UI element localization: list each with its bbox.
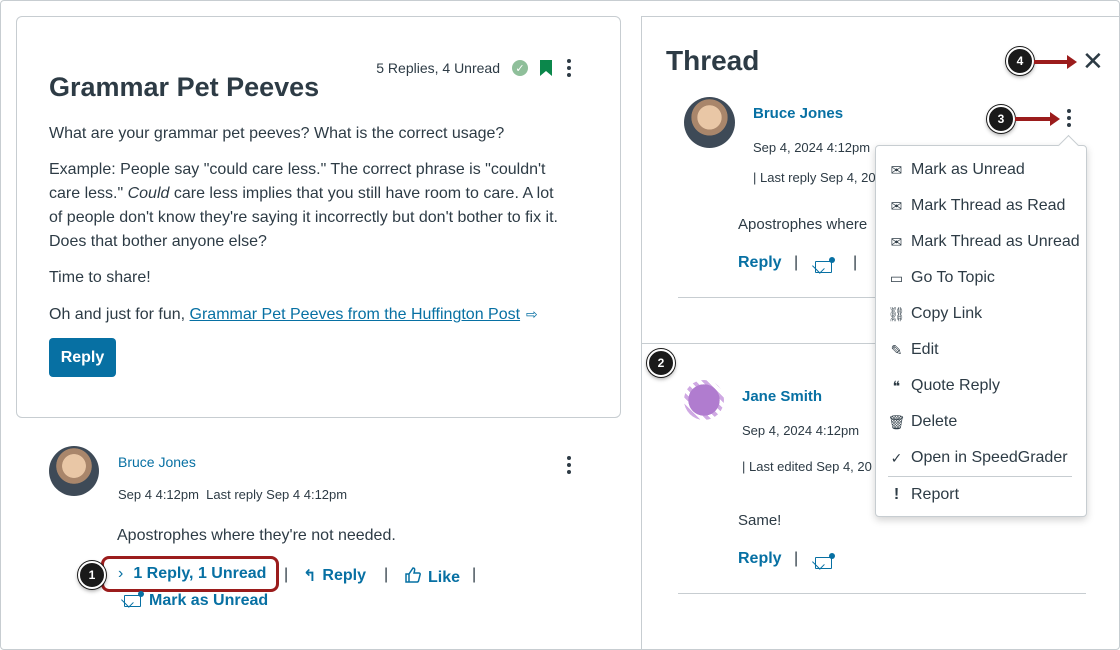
close-icon[interactable]: ✕	[1082, 48, 1104, 74]
mark-unread-button[interactable]	[815, 257, 835, 278]
divider	[678, 297, 878, 298]
callout-badge: 1	[78, 561, 106, 589]
topic-text: Oh and just for fun,	[49, 306, 190, 323]
mark-as-unread-label: Mark as Unread	[149, 592, 269, 609]
menu-item-mark-thread-unread[interactable]: ✉ Mark Thread as Unread	[888, 233, 1080, 251]
entry-reply-label: Reply	[322, 567, 366, 584]
menu-divider	[888, 476, 1072, 477]
like-label: Like	[428, 568, 461, 586]
topic-paragraph: Time to share!	[49, 269, 151, 286]
topic-body: What are your grammar pet peeves? What i…	[49, 122, 569, 339]
menu-item-delete[interactable]: 🗑 Delete	[887, 413, 958, 431]
menu-item-report[interactable]: ! Report	[888, 486, 959, 504]
separator: |	[853, 254, 858, 271]
topic-reply-button[interactable]: Reply	[49, 338, 116, 377]
menu-item-label: Mark Thread as Unread	[911, 233, 1080, 250]
topic-meta-row: 5 Replies, 4 Unread ✓	[376, 59, 574, 77]
like-button[interactable]: Like	[404, 566, 460, 589]
entry-options-icon[interactable]	[564, 456, 574, 474]
entry-reply-button[interactable]: ↰ Reply	[303, 566, 366, 586]
thread-reply-button[interactable]: Reply	[738, 254, 782, 272]
thread-author-link[interactable]: Jane Smith	[742, 388, 822, 405]
entry-meta: Sep 4 4:12pm Last reply Sep 4 4:12pm	[118, 487, 348, 502]
mail-unread-icon	[815, 553, 835, 569]
menu-item-label: Edit	[911, 341, 939, 358]
bookmark-icon[interactable]	[540, 60, 552, 76]
menu-item-copy-link[interactable]: ⛓ Copy Link	[887, 305, 983, 323]
trash-icon: 🗑	[887, 413, 906, 430]
topic-paragraph: Oh and just for fun, Grammar Pet Peeves …	[49, 302, 569, 327]
callout-arrow	[1015, 112, 1060, 126]
callout-badge: 2	[647, 349, 675, 377]
replies-toggle-label: 1 Reply, 1 Unread	[133, 565, 267, 582]
separator: |	[284, 566, 289, 583]
speedgrader-icon: ✓	[890, 449, 903, 466]
discussion-icon: ▭	[889, 269, 904, 286]
thread-reply-button[interactable]: Reply	[738, 550, 782, 568]
menu-item-go-to-topic[interactable]: ▭ Go To Topic	[888, 269, 995, 287]
edit-icon: ✎	[890, 341, 903, 358]
thread-entry-date: Sep 4, 2024 4:12pm	[742, 423, 860, 438]
menu-item-label: Quote Reply	[911, 377, 1000, 394]
thread-author-link[interactable]: Bruce Jones	[753, 105, 843, 122]
topic-paragraph: What are your grammar pet peeves? What i…	[49, 125, 505, 142]
separator: |	[384, 566, 389, 583]
reply-arrow-icon: ↰	[303, 568, 317, 585]
topic-emphasis: Could	[127, 185, 170, 202]
menu-item-label: Mark as Unread	[911, 161, 1025, 178]
menu-item-quote-reply[interactable]: ❝ Quote Reply	[888, 377, 1000, 395]
callout-badge: 3	[987, 105, 1015, 133]
replies-count: 5 Replies, 4 Unread	[376, 60, 500, 76]
menu-item-mark-thread-read[interactable]: ✉ Mark Thread as Read	[888, 197, 1066, 215]
menu-item-label: Report	[911, 486, 960, 503]
topic-paragraph: Example: People say "could care less." T…	[49, 158, 569, 254]
menu-item-label: Copy Link	[911, 305, 983, 322]
menu-item-label: Mark Thread as Read	[911, 197, 1066, 214]
menu-item-speedgrader[interactable]: ✓ Open in SpeedGrader	[888, 449, 1068, 467]
callout-arrow	[1034, 55, 1077, 69]
separator: |	[794, 550, 799, 567]
menu-item-mark-as-unread[interactable]: ✉ Mark as Unread	[888, 161, 1025, 179]
expand-replies-button[interactable]: › 1 Reply, 1 Unread	[101, 556, 279, 592]
thread-entry-text: Same!	[738, 512, 782, 529]
mail-open-icon: ✉	[890, 197, 903, 214]
thread-options-menu: ✉ Mark as Unread ✉ Mark Thread as Read ✉ Ma…	[875, 145, 1087, 517]
mark-unread-button[interactable]	[815, 553, 835, 574]
thread-options-icon[interactable]	[1064, 109, 1074, 127]
separator: |	[794, 254, 799, 271]
thread-entry-text: Apostrophes where	[738, 216, 868, 233]
huffington-post-link[interactable]: Grammar Pet Peeves from the Huffington P…	[190, 306, 521, 323]
mark-as-unread-button[interactable]: Mark as Unread	[124, 591, 269, 610]
separator: |	[472, 566, 477, 583]
quote-icon: ❝	[892, 377, 901, 394]
thumbs-up-icon	[404, 566, 422, 589]
warning-icon: !	[893, 486, 900, 503]
avatar	[684, 380, 724, 420]
menu-item-label: Delete	[911, 413, 958, 430]
thread-last-edited: | Last edited Sep 4, 20	[742, 459, 872, 474]
thread-title: Thread	[666, 45, 760, 76]
entry-text: Apostrophes where they're not needed.	[117, 527, 396, 544]
menu-item-label: Go To Topic	[911, 269, 995, 286]
topic-title: Grammar Pet Peeves	[49, 72, 320, 102]
mail-unread-icon: ✉	[890, 161, 903, 178]
check-icon: ✓	[512, 60, 528, 76]
divider	[642, 343, 878, 344]
topic-options-icon[interactable]	[564, 59, 574, 77]
chevron-right-icon: ›	[118, 565, 124, 582]
thread-entry-date: Sep 4, 2024 4:12pm	[753, 140, 871, 155]
mail-unread-icon: ✉	[890, 233, 903, 250]
entry-author-link[interactable]: Bruce Jones	[118, 454, 196, 470]
menu-item-edit[interactable]: ✎ Edit	[888, 341, 939, 359]
avatar	[49, 446, 99, 496]
menu-item-label: Open in SpeedGrader	[911, 449, 1068, 466]
thread-last-reply: | Last reply Sep 4, 20	[753, 170, 876, 185]
divider	[678, 593, 1086, 594]
link-icon: ⛓	[887, 305, 906, 322]
mail-unread-icon	[124, 591, 144, 607]
avatar	[684, 97, 735, 148]
mail-unread-icon	[815, 257, 835, 273]
external-link-icon: ⇨	[526, 306, 538, 322]
callout-badge: 4	[1006, 47, 1034, 75]
